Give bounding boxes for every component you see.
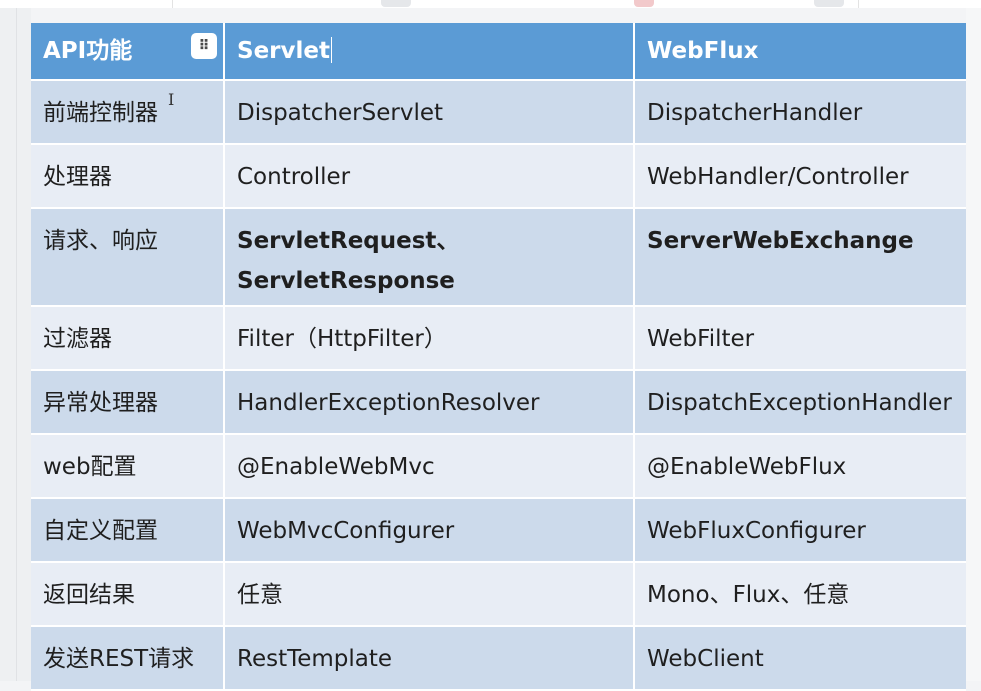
header-api-function[interactable]: API功能 ⠿ [31,23,225,81]
toolbar-divider [858,0,859,8]
table-cell[interactable]: 处理器 [31,144,225,209]
table-cell[interactable]: WebClient [634,626,966,691]
table-row: 处理器 Controller WebHandler/Controller [31,144,966,209]
toolbar-button-stub[interactable] [814,0,844,7]
header-webflux[interactable]: WebFlux [634,23,966,81]
table-cell[interactable]: HandlerExceptionResolver [224,370,635,435]
mouse-ibeam-cursor-icon: I [168,90,175,109]
table-cell[interactable]: ServerWebExchange [634,208,966,307]
table-cell[interactable]: DispatcherHandler [634,80,966,145]
left-gutter [0,8,31,681]
gutter-line [16,8,17,681]
table-cell[interactable]: 前端控制器 [31,80,225,145]
table-row: 自定义配置 WebMvcConfigurer WebFluxConfigurer [31,498,966,563]
table-cell[interactable]: WebFilter [634,306,966,371]
right-edge [966,8,981,681]
table-cell[interactable]: Filter（HttpFilter） [224,306,635,371]
toolbar-button-stub[interactable] [634,0,654,7]
table-cell[interactable]: web配置 [31,434,225,499]
table-row: 发送REST请求 RestTemplate WebClient [31,626,966,691]
toolbar-divider [172,0,173,8]
table-cell[interactable]: Mono、Flux、任意 [634,562,966,627]
table-cell[interactable]: @EnableWebFlux [634,434,966,499]
table-cell[interactable]: 发送REST请求 [31,626,225,691]
table-row: 过滤器 Filter（HttpFilter） WebFilter [31,306,966,371]
api-comparison-table: API功能 ⠿ Servlet WebFlux 前端控制器 Dispatcher… [31,23,966,691]
table-cell[interactable]: DispatcherServlet [224,80,635,145]
table-cell[interactable]: 请求、响应 [31,208,225,307]
table-cell[interactable]: @EnableWebMvc [224,434,635,499]
top-toolbar-strip [0,0,981,8]
table-cell[interactable]: 过滤器 [31,306,225,371]
table-cell[interactable]: WebMvcConfigurer [224,498,635,563]
table-cell[interactable]: RestTemplate [224,626,635,691]
table-header-row: API功能 ⠿ Servlet WebFlux [31,23,966,81]
table-cell[interactable]: ServletRequest、ServletResponse [224,208,635,307]
table-cell[interactable]: 任意 [224,562,635,627]
header-servlet[interactable]: Servlet [224,23,635,81]
table-cell[interactable]: 自定义配置 [31,498,225,563]
table-row: 异常处理器 HandlerExceptionResolver DispatchE… [31,370,966,435]
table-cell[interactable]: 返回结果 [31,562,225,627]
text-cursor-icon [330,37,333,63]
table-cell[interactable]: WebHandler/Controller [634,144,966,209]
table-row: 请求、响应 ServletRequest、ServletResponse Ser… [31,208,966,307]
table-cell[interactable]: WebFluxConfigurer [634,498,966,563]
table-cell[interactable]: Controller [224,144,635,209]
toolbar-button-stub[interactable] [381,0,411,7]
table-row: 返回结果 任意 Mono、Flux、任意 [31,562,966,627]
table-cell[interactable]: DispatchExceptionHandler [634,370,966,435]
table-row: web配置 @EnableWebMvc @EnableWebFlux [31,434,966,499]
drag-handle-icon[interactable]: ⠿ [191,33,217,59]
table-cell[interactable]: 异常处理器 [31,370,225,435]
